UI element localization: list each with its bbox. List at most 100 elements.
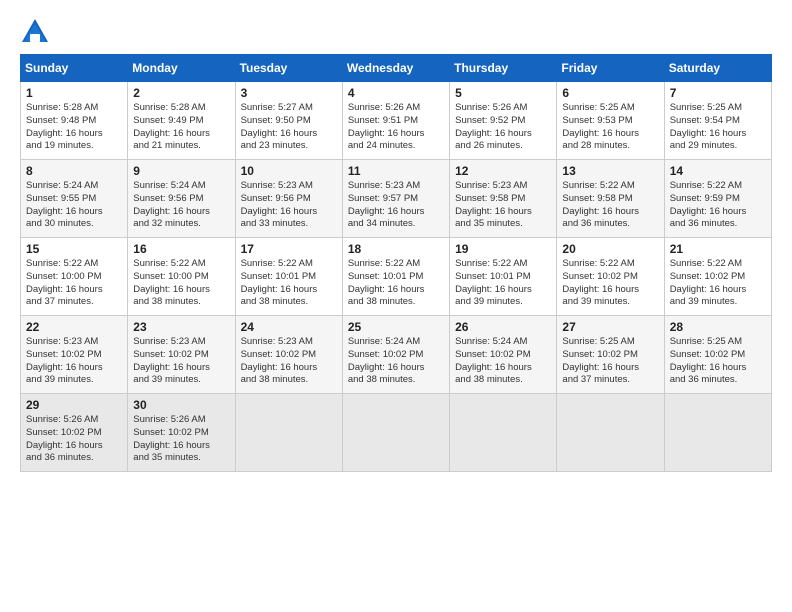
header bbox=[20, 16, 772, 46]
calendar-cell bbox=[342, 394, 449, 472]
calendar-header-sunday: Sunday bbox=[21, 55, 128, 82]
day-number: 28 bbox=[670, 320, 766, 334]
day-info: Sunrise: 5:28 AM Sunset: 9:49 PM Dayligh… bbox=[133, 102, 229, 153]
calendar-cell: 21Sunrise: 5:22 AM Sunset: 10:02 PM Dayl… bbox=[664, 238, 771, 316]
day-info: Sunrise: 5:25 AM Sunset: 10:02 PM Daylig… bbox=[562, 336, 658, 387]
logo-icon bbox=[20, 16, 50, 46]
day-number: 20 bbox=[562, 242, 658, 256]
day-number: 5 bbox=[455, 86, 551, 100]
day-number: 14 bbox=[670, 164, 766, 178]
calendar-cell: 25 Sunrise: 5:24 AM Sunset: 10:02 PM Dayl… bbox=[342, 316, 449, 394]
calendar-cell: 2 Sunrise: 5:28 AM Sunset: 9:49 PM Daylig… bbox=[128, 82, 235, 160]
day-info: Sunrise: 5:26 AM Sunset: 9:52 PM Dayligh… bbox=[455, 102, 551, 153]
day-info: Sunrise: 5:26 AM Sunset: 9:51 PM Dayligh… bbox=[348, 102, 444, 153]
calendar-cell: 1 Sunrise: 5:28 AM Sunset: 9:48 PM Daylig… bbox=[21, 82, 128, 160]
day-info: Sunrise: 5:22 AM Sunset: 10:02 PM Daylig… bbox=[670, 258, 766, 309]
day-number: 24 bbox=[241, 320, 337, 334]
day-number: 6 bbox=[562, 86, 658, 100]
day-info: Sunrise: 5:23 AM Sunset: 10:02 PM Daylig… bbox=[133, 336, 229, 387]
calendar-header-monday: Monday bbox=[128, 55, 235, 82]
day-info: Sunrise: 5:26 AM Sunset: 10:02 PM Daylig… bbox=[133, 414, 229, 465]
calendar-header-friday: Friday bbox=[557, 55, 664, 82]
day-number: 27 bbox=[562, 320, 658, 334]
calendar-cell: 11Sunrise: 5:23 AM Sunset: 9:57 PM Dayli… bbox=[342, 160, 449, 238]
calendar-cell: 7 Sunrise: 5:25 AM Sunset: 9:54 PM Daylig… bbox=[664, 82, 771, 160]
calendar-header-wednesday: Wednesday bbox=[342, 55, 449, 82]
day-info: Sunrise: 5:22 AM Sunset: 10:01 PM Daylig… bbox=[455, 258, 551, 309]
calendar-cell: 15 Sunrise: 5:22 AM Sunset: 10:00 PM Dayl… bbox=[21, 238, 128, 316]
calendar-week-2: 8 Sunrise: 5:24 AM Sunset: 9:55 PM Daylig… bbox=[21, 160, 772, 238]
day-number: 12 bbox=[455, 164, 551, 178]
calendar-cell: 29 Sunrise: 5:26 AM Sunset: 10:02 PM Dayl… bbox=[21, 394, 128, 472]
calendar-cell bbox=[557, 394, 664, 472]
calendar-cell: 26Sunrise: 5:24 AM Sunset: 10:02 PM Dayl… bbox=[450, 316, 557, 394]
calendar-cell bbox=[450, 394, 557, 472]
day-number: 9 bbox=[133, 164, 229, 178]
day-info: Sunrise: 5:24 AM Sunset: 10:02 PM Daylig… bbox=[348, 336, 444, 387]
calendar-cell: 9 Sunrise: 5:24 AM Sunset: 9:56 PM Daylig… bbox=[128, 160, 235, 238]
calendar-cell: 8 Sunrise: 5:24 AM Sunset: 9:55 PM Daylig… bbox=[21, 160, 128, 238]
day-info: Sunrise: 5:23 AM Sunset: 9:56 PM Dayligh… bbox=[241, 180, 337, 231]
calendar-cell bbox=[235, 394, 342, 472]
day-info: Sunrise: 5:22 AM Sunset: 9:59 PM Dayligh… bbox=[670, 180, 766, 231]
calendar-cell: 23 Sunrise: 5:23 AM Sunset: 10:02 PM Dayl… bbox=[128, 316, 235, 394]
calendar-cell: 18 Sunrise: 5:22 AM Sunset: 10:01 PM Dayl… bbox=[342, 238, 449, 316]
day-number: 2 bbox=[133, 86, 229, 100]
day-info: Sunrise: 5:25 AM Sunset: 10:02 PM Daylig… bbox=[670, 336, 766, 387]
calendar-cell: 5 Sunrise: 5:26 AM Sunset: 9:52 PM Daylig… bbox=[450, 82, 557, 160]
day-number: 8 bbox=[26, 164, 122, 178]
page: SundayMondayTuesdayWednesdayThursdayFrid… bbox=[0, 0, 792, 482]
day-number: 25 bbox=[348, 320, 444, 334]
day-info: Sunrise: 5:22 AM Sunset: 10:02 PM Daylig… bbox=[562, 258, 658, 309]
day-number: 15 bbox=[26, 242, 122, 256]
calendar-cell: 17Sunrise: 5:22 AM Sunset: 10:01 PM Dayl… bbox=[235, 238, 342, 316]
day-info: Sunrise: 5:28 AM Sunset: 9:48 PM Dayligh… bbox=[26, 102, 122, 153]
day-info: Sunrise: 5:23 AM Sunset: 10:02 PM Daylig… bbox=[241, 336, 337, 387]
calendar-cell: 10 Sunrise: 5:23 AM Sunset: 9:56 PM Dayli… bbox=[235, 160, 342, 238]
day-number: 16 bbox=[133, 242, 229, 256]
calendar-header-thursday: Thursday bbox=[450, 55, 557, 82]
calendar-cell: 3 Sunrise: 5:27 AM Sunset: 9:50 PM Daylig… bbox=[235, 82, 342, 160]
day-number: 30 bbox=[133, 398, 229, 412]
calendar-cell: 22 Sunrise: 5:23 AM Sunset: 10:02 PM Dayl… bbox=[21, 316, 128, 394]
calendar-cell bbox=[664, 394, 771, 472]
day-info: Sunrise: 5:22 AM Sunset: 10:01 PM Daylig… bbox=[348, 258, 444, 309]
day-info: Sunrise: 5:24 AM Sunset: 10:02 PM Daylig… bbox=[455, 336, 551, 387]
calendar-cell: 27 Sunrise: 5:25 AM Sunset: 10:02 PM Dayl… bbox=[557, 316, 664, 394]
calendar: SundayMondayTuesdayWednesdayThursdayFrid… bbox=[20, 54, 772, 472]
day-number: 10 bbox=[241, 164, 337, 178]
day-number: 22 bbox=[26, 320, 122, 334]
day-info: Sunrise: 5:23 AM Sunset: 10:02 PM Daylig… bbox=[26, 336, 122, 387]
day-info: Sunrise: 5:22 AM Sunset: 9:58 PM Dayligh… bbox=[562, 180, 658, 231]
calendar-week-5: 29 Sunrise: 5:26 AM Sunset: 10:02 PM Dayl… bbox=[21, 394, 772, 472]
day-number: 1 bbox=[26, 86, 122, 100]
day-info: Sunrise: 5:22 AM Sunset: 10:01 PM Daylig… bbox=[241, 258, 337, 309]
calendar-cell: 30 Sunrise: 5:26 AM Sunset: 10:02 PM Dayl… bbox=[128, 394, 235, 472]
day-info: Sunrise: 5:24 AM Sunset: 9:56 PM Dayligh… bbox=[133, 180, 229, 231]
day-number: 7 bbox=[670, 86, 766, 100]
day-info: Sunrise: 5:22 AM Sunset: 10:00 PM Daylig… bbox=[26, 258, 122, 309]
day-number: 13 bbox=[562, 164, 658, 178]
calendar-week-1: 1 Sunrise: 5:28 AM Sunset: 9:48 PM Daylig… bbox=[21, 82, 772, 160]
calendar-cell: 4Sunrise: 5:26 AM Sunset: 9:51 PM Daylig… bbox=[342, 82, 449, 160]
calendar-header-saturday: Saturday bbox=[664, 55, 771, 82]
calendar-cell: 13 Sunrise: 5:22 AM Sunset: 9:58 PM Dayli… bbox=[557, 160, 664, 238]
day-info: Sunrise: 5:26 AM Sunset: 10:02 PM Daylig… bbox=[26, 414, 122, 465]
day-number: 11 bbox=[348, 164, 444, 178]
calendar-header-tuesday: Tuesday bbox=[235, 55, 342, 82]
calendar-week-4: 22 Sunrise: 5:23 AM Sunset: 10:02 PM Dayl… bbox=[21, 316, 772, 394]
day-info: Sunrise: 5:24 AM Sunset: 9:55 PM Dayligh… bbox=[26, 180, 122, 231]
calendar-cell: 12Sunrise: 5:23 AM Sunset: 9:58 PM Dayli… bbox=[450, 160, 557, 238]
logo bbox=[20, 16, 54, 46]
calendar-cell: 6 Sunrise: 5:25 AM Sunset: 9:53 PM Daylig… bbox=[557, 82, 664, 160]
day-info: Sunrise: 5:25 AM Sunset: 9:54 PM Dayligh… bbox=[670, 102, 766, 153]
day-info: Sunrise: 5:25 AM Sunset: 9:53 PM Dayligh… bbox=[562, 102, 658, 153]
day-number: 23 bbox=[133, 320, 229, 334]
calendar-cell: 20 Sunrise: 5:22 AM Sunset: 10:02 PM Dayl… bbox=[557, 238, 664, 316]
calendar-cell: 14 Sunrise: 5:22 AM Sunset: 9:59 PM Dayli… bbox=[664, 160, 771, 238]
day-number: 29 bbox=[26, 398, 122, 412]
day-info: Sunrise: 5:27 AM Sunset: 9:50 PM Dayligh… bbox=[241, 102, 337, 153]
day-number: 3 bbox=[241, 86, 337, 100]
calendar-cell: 28 Sunrise: 5:25 AM Sunset: 10:02 PM Dayl… bbox=[664, 316, 771, 394]
day-number: 18 bbox=[348, 242, 444, 256]
